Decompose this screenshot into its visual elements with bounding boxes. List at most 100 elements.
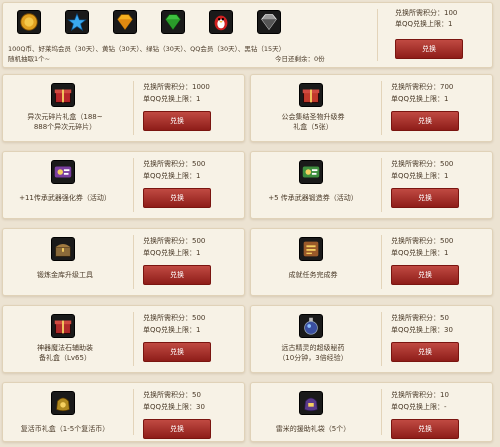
- cost-line: 兑换所需积分：1000: [143, 83, 210, 92]
- random-text: 随机抽取1个~: [8, 55, 51, 63]
- today-remaining-value: 0份: [314, 55, 325, 63]
- limit-label: 单QQ兑换上限：: [391, 326, 445, 334]
- limit-label: 单QQ兑换上限：: [143, 249, 197, 257]
- exchange-button[interactable]: 兑换: [391, 188, 459, 208]
- exchange-button[interactable]: 兑换: [143, 342, 211, 362]
- item-name-line1: +11传承武器强化券（活动）: [19, 194, 111, 202]
- cost-line: 兑换所需积分：10: [391, 391, 449, 400]
- cost-label: 兑换所需积分：: [143, 237, 192, 245]
- item-name: 复活币礼盒（1-5个复活币）: [3, 424, 127, 434]
- limit-line: 单QQ兑换上限：1: [391, 172, 449, 181]
- item-name-line1: 异次元碎片礼盒（188~: [27, 113, 103, 121]
- limit-line: 单QQ兑换上限：1: [391, 95, 449, 104]
- cost-label: 兑换所需积分：: [391, 391, 440, 399]
- item-name-line2: 888个异次元碎片）: [33, 123, 97, 131]
- item-name: 远古精灵的超级秘药 （10分钟，3倍经验）: [251, 343, 375, 363]
- divider: [381, 389, 382, 435]
- yellow-diamond-icon: [113, 10, 137, 34]
- exchange-item-card: 异次元碎片礼盒（188~ 888个异次元碎片） 兑换所需积分：1000 单QQ兑换上限…: [2, 74, 245, 142]
- cost-value: 50: [440, 314, 449, 322]
- divider: [377, 9, 378, 61]
- exchange-button[interactable]: 兑换: [391, 265, 459, 285]
- exchange-item-card: +11传承武器强化券（活动） 兑换所需积分：500 单QQ兑换上限：1 兑换: [2, 151, 245, 219]
- cost-line: 兑换所需积分：500: [391, 237, 453, 246]
- limit-line: 单QQ兑换上限：1: [143, 326, 201, 335]
- item-name: 成就任务完成券: [251, 270, 375, 280]
- limit-value: 1: [196, 172, 201, 180]
- item-name-line1: 成就任务完成券: [288, 271, 338, 279]
- limit-value: 30: [196, 403, 205, 411]
- divider: [133, 81, 134, 135]
- today-remaining-label: 今日还剩余：: [275, 55, 314, 63]
- black-diamond-icon: [257, 10, 281, 34]
- item-name: +11传承武器强化券（活动）: [3, 193, 127, 203]
- limit-line: 单QQ兑换上限：1: [391, 249, 449, 258]
- cost-value: 50: [192, 391, 201, 399]
- item-name: 雷米的援助礼袋（5个）: [251, 424, 375, 434]
- exchange-button[interactable]: 兑换: [143, 188, 211, 208]
- exchange-item-card: 神器魔法石辅助装 备礼盒（Lv65） 兑换所需积分：500 单QQ兑换上限：1 兑换: [2, 305, 245, 373]
- top-lottery-card: 100Q币、好莱坞会员（30天）、黄钻（30天）、绿钻（30天）、QQ会员（30…: [2, 2, 493, 68]
- item-name-line1: 复活币礼盒（1-5个复活币）: [20, 425, 110, 433]
- limit-label: 单QQ兑换上限：: [395, 20, 449, 28]
- cost-label: 兑换所需积分：: [143, 391, 192, 399]
- limit-label: 单QQ兑换上限：: [391, 95, 445, 103]
- limit-value: 1: [196, 95, 201, 103]
- purple-ticket-icon: [51, 160, 75, 184]
- item-name: 锻炼金库升级工具: [3, 270, 127, 280]
- limit-label: 单QQ兑换上限：: [143, 172, 197, 180]
- item-name: 神器魔法石辅助装 备礼盒（Lv65）: [3, 343, 127, 363]
- limit-label: 单QQ兑换上限：: [391, 249, 445, 257]
- exchange-button[interactable]: 兑换: [395, 39, 463, 59]
- limit-value: 1: [196, 249, 201, 257]
- cost-line: 兑换所需积分：100: [395, 9, 457, 18]
- item-name: 公会集结圣物升级券 礼盒（5张）: [251, 112, 375, 132]
- item-name-line1: 公会集结圣物升级券: [281, 113, 345, 121]
- divider: [133, 389, 134, 435]
- limit-value: -: [444, 403, 447, 411]
- potion-icon: [299, 314, 323, 338]
- limit-line: 单QQ兑换上限：30: [143, 403, 205, 412]
- green-diamond-icon: [161, 10, 185, 34]
- red-gift-box-icon: [51, 83, 75, 107]
- prize-items-text: 100Q币、好莱坞会员（30天）、黄钻（30天）、绿钻（30天）、QQ会员（30…: [8, 45, 286, 53]
- cost-line: 兑换所需积分：500: [143, 160, 205, 169]
- cost-line: 兑换所需积分：500: [143, 314, 205, 323]
- limit-value: 1: [444, 249, 449, 257]
- exchange-button[interactable]: 兑换: [143, 265, 211, 285]
- item-name-line2: （10分钟，3倍经验）: [278, 354, 348, 362]
- purple-bag-icon: [299, 391, 323, 415]
- cost-label: 兑换所需积分：: [395, 9, 444, 17]
- exchange-button[interactable]: 兑换: [391, 111, 459, 131]
- red-gift-box-icon: [299, 83, 323, 107]
- cost-value: 500: [192, 160, 206, 168]
- exchange-button[interactable]: 兑换: [391, 342, 459, 362]
- exchange-item-card: 锻炼金库升级工具 兑换所需积分：500 单QQ兑换上限：1 兑换: [2, 228, 245, 296]
- exchange-item-card: 远古精灵的超级秘药 （10分钟，3倍经验） 兑换所需积分：50 单QQ兑换上限：30 兑…: [250, 305, 493, 373]
- item-name-line1: 远古精灵的超级秘药: [281, 344, 345, 352]
- qq-penguin-icon: [209, 10, 233, 34]
- today-remaining: 今日还剩余：0份: [275, 53, 325, 63]
- green-ticket-icon: [299, 160, 323, 184]
- item-name-line2: 礼盒（5张）: [293, 123, 333, 131]
- limit-value: 1: [448, 20, 453, 28]
- divider: [133, 312, 134, 366]
- red-gift-box-icon: [51, 314, 75, 338]
- divider: [381, 81, 382, 135]
- exchange-button[interactable]: 兑换: [391, 419, 459, 439]
- exchange-button[interactable]: 兑换: [143, 419, 211, 439]
- cost-value: 500: [440, 160, 454, 168]
- exchange-item-card: 成就任务完成券 兑换所需积分：500 单QQ兑换上限：1 兑换: [250, 228, 493, 296]
- limit-label: 单QQ兑换上限：: [143, 326, 197, 334]
- cost-value: 700: [440, 83, 454, 91]
- item-name-line1: 神器魔法石辅助装: [37, 344, 93, 352]
- exchange-item-card: 复活币礼盒（1-5个复活币） 兑换所需积分：50 单QQ兑换上限：30 兑换: [2, 382, 245, 442]
- exchange-button[interactable]: 兑换: [143, 111, 211, 131]
- cost-line: 兑换所需积分：700: [391, 83, 453, 92]
- item-name-line1: +5 传承武器锻造券（活动）: [268, 194, 358, 202]
- cost-value: 500: [192, 237, 206, 245]
- limit-line: 单QQ兑换上限：1: [395, 20, 453, 29]
- cost-label: 兑换所需积分：: [143, 83, 192, 91]
- quest-ticket-icon: [299, 237, 323, 261]
- cost-label: 兑换所需积分：: [391, 314, 440, 322]
